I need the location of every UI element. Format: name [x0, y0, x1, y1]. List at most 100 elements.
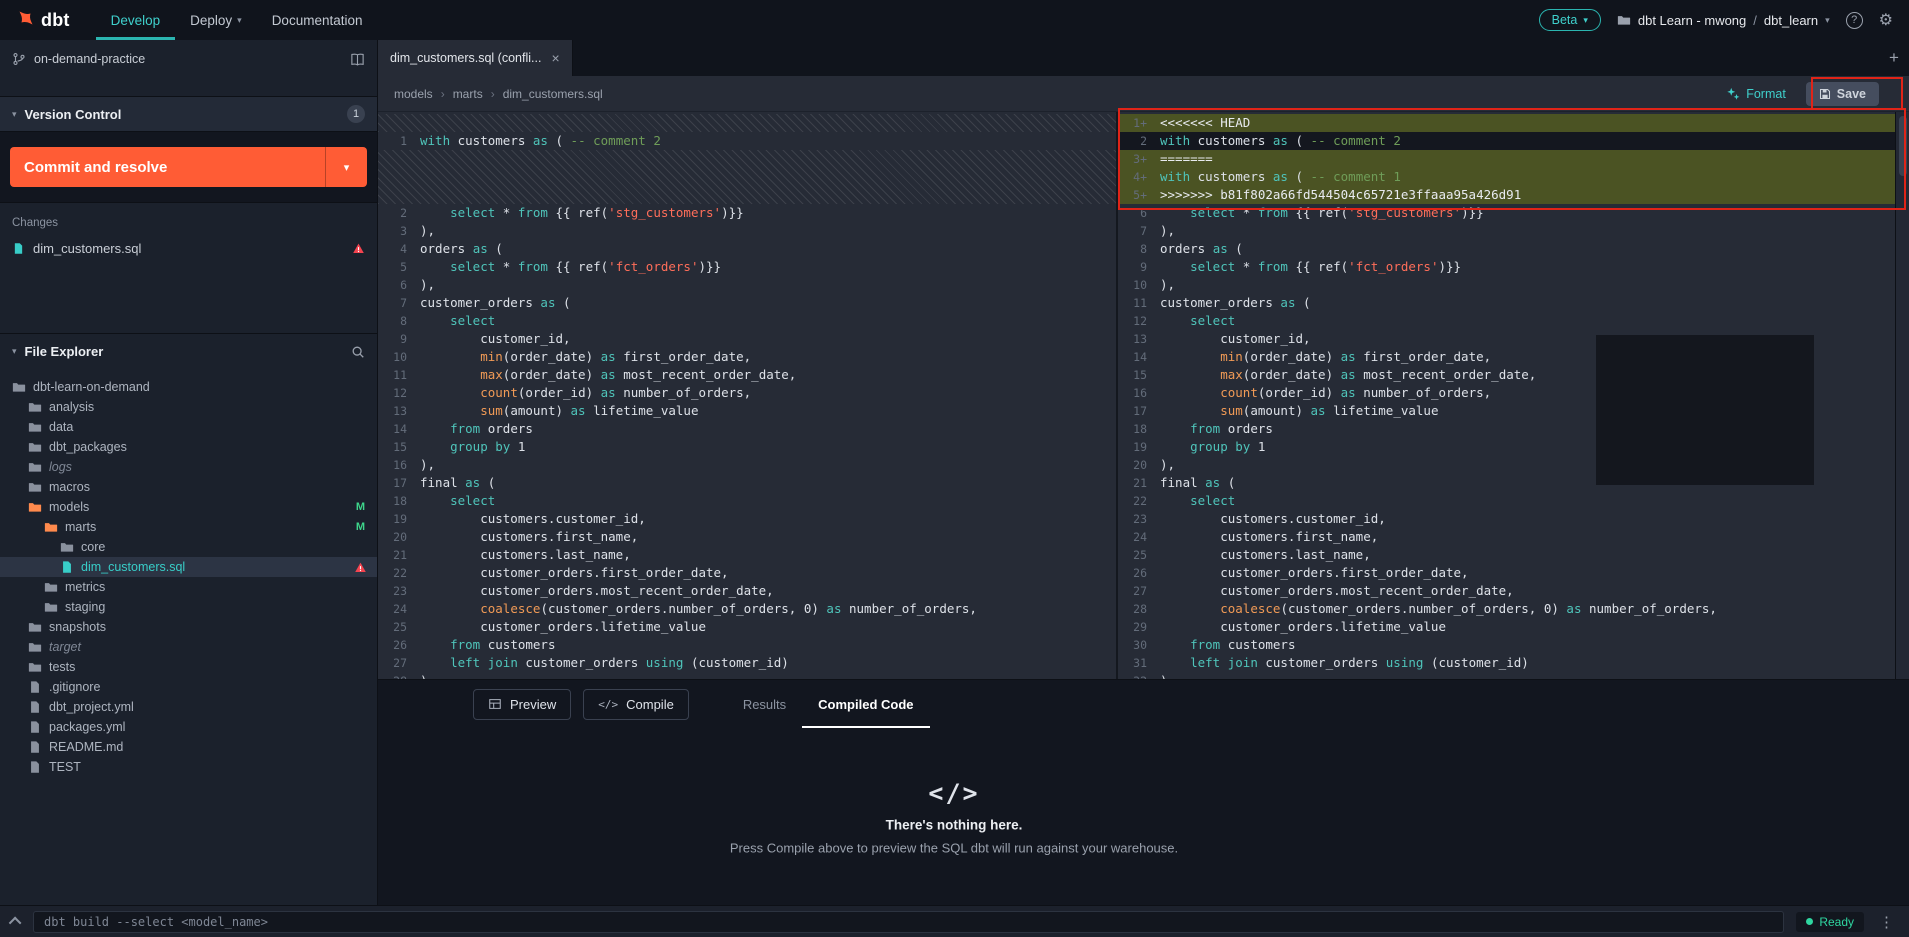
code-line-12[interactable]: 12 select — [1118, 312, 1895, 330]
code-line-5[interactable]: 5 select * from {{ ref('fct_orders')}} — [378, 258, 1116, 276]
tree-item-dim_customers.sql[interactable]: dim_customers.sql — [0, 557, 377, 577]
commit-options-chevron-icon[interactable]: ▾ — [325, 147, 367, 187]
save-button[interactable]: Save — [1806, 82, 1879, 106]
code-line-9[interactable]: 9 customer_id, — [378, 330, 1116, 348]
code-line-28[interactable]: 28) — [378, 672, 1116, 679]
compile-button[interactable]: </> Compile — [583, 689, 689, 720]
branch-selector[interactable]: on-demand-practice — [0, 40, 377, 78]
tree-item-packages.yml[interactable]: packages.yml — [0, 717, 377, 737]
code-line-4+[interactable]: 4+with customers as ( -- comment 1 — [1118, 168, 1895, 186]
tree-item-README.md[interactable]: README.md — [0, 737, 377, 757]
code-line-3[interactable]: 3), — [378, 222, 1116, 240]
code-line-1[interactable]: 1with customers as ( -- comment 2 — [378, 132, 1116, 150]
tree-item-snapshots[interactable]: snapshots — [0, 617, 377, 637]
code-line-27[interactable]: 27 customer_orders.most_recent_order_dat… — [1118, 582, 1895, 600]
code-line-26[interactable]: 26 from customers — [378, 636, 1116, 654]
project-selector[interactable]: dbt Learn - mwong / dbt_learn ▾ — [1617, 13, 1830, 28]
tree-item-metrics[interactable]: metrics — [0, 577, 377, 597]
code-line-23[interactable]: 23 customer_orders.most_recent_order_dat… — [378, 582, 1116, 600]
code-line-2[interactable]: 2with customers as ( -- comment 2 — [1118, 132, 1895, 150]
tree-item-target[interactable]: target — [0, 637, 377, 657]
code-line-4[interactable]: 4orders as ( — [378, 240, 1116, 258]
code-line-25[interactable]: 25 customers.last_name, — [1118, 546, 1895, 564]
kebab-menu-icon[interactable]: ⋮ — [1876, 913, 1897, 931]
code-line-10[interactable]: 10 min(order_date) as first_order_date, — [378, 348, 1116, 366]
code-line-31[interactable]: 31 left join customer_orders using (cust… — [1118, 654, 1895, 672]
code-line-25[interactable]: 25 customer_orders.lifetime_value — [378, 618, 1116, 636]
nav-item-deploy[interactable]: Deploy▾ — [175, 0, 257, 40]
code-line-18[interactable]: 18 select — [378, 492, 1116, 510]
format-button[interactable]: Format — [1726, 87, 1786, 101]
code-line-20[interactable]: 20 customers.first_name, — [378, 528, 1116, 546]
code-line-1+[interactable]: 1+<<<<<<< HEAD — [1118, 114, 1895, 132]
new-tab-icon[interactable]: + — [1879, 40, 1909, 76]
tree-item-dbt_packages[interactable]: dbt_packages — [0, 437, 377, 457]
help-icon[interactable]: ? — [1846, 12, 1863, 29]
code-line-29[interactable]: 29 customer_orders.lifetime_value — [1118, 618, 1895, 636]
code-line-26[interactable]: 26 customer_orders.first_order_date, — [1118, 564, 1895, 582]
code-line-3+[interactable]: 3+======= — [1118, 150, 1895, 168]
nav-item-develop[interactable]: Develop — [96, 0, 176, 40]
code-line-24[interactable]: 24 customers.first_name, — [1118, 528, 1895, 546]
tree-item-.gitignore[interactable]: .gitignore — [0, 677, 377, 697]
scrollbar-thumb[interactable] — [1899, 116, 1907, 176]
tree-item-marts[interactable]: martsM — [0, 517, 377, 537]
breadcrumb-dim-customers[interactable]: dim_customers.sql — [503, 87, 603, 101]
tree-item-dbt_project.yml[interactable]: dbt_project.yml — [0, 697, 377, 717]
tree-item-analysis[interactable]: analysis — [0, 397, 377, 417]
code-line-27[interactable]: 27 left join customer_orders using (cust… — [378, 654, 1116, 672]
code-line-7[interactable]: 7), — [1118, 222, 1895, 240]
code-line-14[interactable]: 14 from orders — [378, 420, 1116, 438]
code-line-6[interactable]: 6 select * from {{ ref('stg_customers')}… — [1118, 204, 1895, 222]
version-control-header[interactable]: ▾ Version Control 1 — [0, 96, 377, 132]
tree-item-staging[interactable]: staging — [0, 597, 377, 617]
code-line-13[interactable]: 13 sum(amount) as lifetime_value — [378, 402, 1116, 420]
tree-item-logs[interactable]: logs — [0, 457, 377, 477]
dbt-logo[interactable]: dbt — [14, 10, 70, 31]
tab-results[interactable]: Results — [727, 680, 802, 728]
code-line-24[interactable]: 24 coalesce(customer_orders.number_of_or… — [378, 600, 1116, 618]
code-line-28[interactable]: 28 coalesce(customer_orders.number_of_or… — [1118, 600, 1895, 618]
editor-pane-right[interactable]: 1+<<<<<<< HEAD2with customers as ( -- co… — [1118, 112, 1895, 679]
tree-item-TEST[interactable]: TEST — [0, 757, 377, 777]
code-line-17[interactable]: 17final as ( — [378, 474, 1116, 492]
editor-pane-left[interactable]: 1with customers as ( -- comment 2 2 selec… — [378, 112, 1118, 679]
tree-item-dbt-learn-on-demand[interactable]: dbt-learn-on-demand — [0, 377, 377, 397]
editor-scrollbar[interactable] — [1895, 112, 1909, 679]
gear-icon[interactable]: ⚙ — [1879, 10, 1893, 30]
command-input[interactable]: dbt build --select <model_name> — [33, 911, 1784, 933]
code-line-23[interactable]: 23 customers.customer_id, — [1118, 510, 1895, 528]
tree-item-tests[interactable]: tests — [0, 657, 377, 677]
tree-item-macros[interactable]: macros — [0, 477, 377, 497]
code-line-22[interactable]: 22 customer_orders.first_order_date, — [378, 564, 1116, 582]
code-line-5+[interactable]: 5+>>>>>>> b81f802a66fd544504c65721e3ffaa… — [1118, 186, 1895, 204]
breadcrumb-models[interactable]: models — [394, 87, 433, 101]
code-line-21[interactable]: 21 customers.last_name, — [378, 546, 1116, 564]
nav-item-documentation[interactable]: Documentation — [257, 0, 378, 40]
tab-compiled-code[interactable]: Compiled Code — [802, 680, 929, 728]
code-line-15[interactable]: 15 group by 1 — [378, 438, 1116, 456]
tree-item-core[interactable]: core — [0, 537, 377, 557]
code-line-2[interactable]: 2 select * from {{ ref('stg_customers')}… — [378, 204, 1116, 222]
close-tab-icon[interactable]: × — [551, 50, 559, 66]
code-line-32[interactable]: 32) — [1118, 672, 1895, 679]
commit-and-resolve-button[interactable]: Commit and resolve ▾ — [10, 147, 367, 187]
beta-badge[interactable]: Beta ▾ — [1539, 9, 1601, 31]
code-line-30[interactable]: 30 from customers — [1118, 636, 1895, 654]
search-icon[interactable] — [351, 345, 365, 359]
code-line-11[interactable]: 11 max(order_date) as most_recent_order_… — [378, 366, 1116, 384]
book-icon[interactable] — [350, 52, 365, 67]
tree-item-models[interactable]: modelsM — [0, 497, 377, 517]
code-line-11[interactable]: 11customer_orders as ( — [1118, 294, 1895, 312]
code-line-10[interactable]: 10), — [1118, 276, 1895, 294]
file-explorer-header[interactable]: ▾ File Explorer — [0, 333, 377, 369]
tab-dim-customers-sql[interactable]: dim_customers.sql (confli... × — [378, 40, 573, 76]
code-line-19[interactable]: 19 customers.customer_id, — [378, 510, 1116, 528]
tree-item-data[interactable]: data — [0, 417, 377, 437]
status-badge[interactable]: Ready — [1796, 912, 1864, 932]
chevron-up-icon[interactable] — [9, 917, 22, 930]
code-line-8[interactable]: 8orders as ( — [1118, 240, 1895, 258]
code-line-16[interactable]: 16), — [378, 456, 1116, 474]
changed-file-dim-customers[interactable]: dim_customers.sql — [0, 235, 377, 261]
code-line-8[interactable]: 8 select — [378, 312, 1116, 330]
